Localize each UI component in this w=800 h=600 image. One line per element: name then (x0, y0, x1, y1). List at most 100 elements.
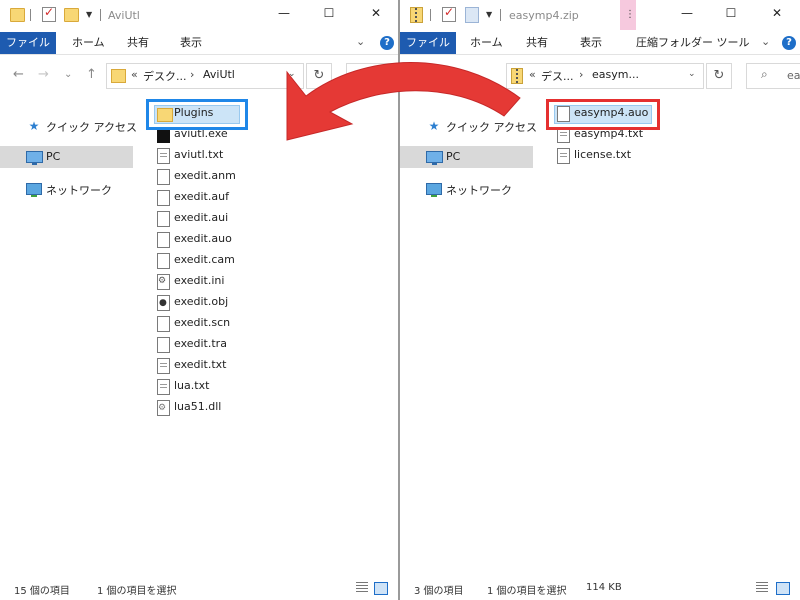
file-name: lua.txt (174, 379, 210, 392)
text-file-icon (157, 358, 170, 374)
large-icons-view-icon[interactable] (776, 582, 790, 595)
tab-compressed-folder-tools[interactable]: 圧縮フォルダー ツール (636, 32, 750, 54)
title-separator (500, 9, 501, 21)
ribbon-expand-icon[interactable]: ⌄ (761, 35, 770, 48)
file-item[interactable]: exedit.anm (153, 166, 373, 187)
search-text: ea (787, 69, 800, 82)
nav-network[interactable]: ネットワーク (400, 178, 533, 200)
file-item[interactable]: exedit.auo (153, 229, 373, 250)
file-item[interactable]: exedit.cam (153, 250, 373, 271)
file-name: license.txt (574, 148, 632, 161)
file-name: exedit.auo (174, 232, 232, 245)
minimize-button[interactable]: — (273, 3, 295, 23)
refresh-button[interactable]: ↻ (306, 63, 332, 89)
file-icon (157, 253, 170, 269)
tab-share[interactable]: 共有 (127, 32, 149, 54)
up-button[interactable]: ↑ (86, 67, 97, 82)
file-item[interactable]: aviutl.txt (153, 145, 373, 166)
maximize-button[interactable]: ☐ (720, 3, 742, 23)
tab-view[interactable]: 表示 (580, 32, 602, 54)
details-view-icon[interactable] (756, 582, 768, 593)
file-item[interactable]: lua.txt (153, 376, 373, 397)
file-name: exedit.aui (174, 211, 229, 224)
file-item[interactable]: exedit.ini (153, 271, 373, 292)
address-bar[interactable]: « デスク... › AviUtl ⌄ (106, 63, 304, 89)
nav-pc[interactable]: PC (400, 146, 533, 168)
search-box[interactable] (346, 63, 398, 89)
file-item[interactable]: exedit.obj (153, 292, 373, 313)
refresh-button[interactable]: ↻ (706, 63, 732, 89)
breadcrumb-separator: › (190, 68, 195, 81)
details-view-icon[interactable] (356, 582, 368, 593)
file-item[interactable]: exedit.txt (153, 355, 373, 376)
forward-button[interactable]: → (38, 67, 49, 82)
tab-share[interactable]: 共有 (526, 32, 548, 54)
large-icons-view-icon[interactable] (374, 582, 388, 595)
network-icon (26, 183, 42, 197)
breadcrumb-desktop[interactable]: デス... (541, 68, 574, 84)
file-item[interactable]: exedit.scn (153, 313, 373, 334)
file-name: lua51.dll (174, 400, 222, 413)
explorer-window-easymp4-zip: ▼ easymp4.zip ⋮ — ☐ ✕ ファイル ホーム 共有 表示 圧縮フ… (400, 0, 800, 600)
search-icon: ⌕ (761, 67, 768, 81)
file-list: easymp4.auo easymp4.txt license.txt (553, 98, 793, 568)
tab-file[interactable]: ファイル (0, 32, 56, 54)
new-folder-icon[interactable] (465, 7, 479, 23)
maximize-button[interactable]: ☐ (318, 3, 340, 23)
address-row: « デス... › easym... ⌄ ↻ ⌕ ea (400, 54, 800, 98)
nav-quick-access[interactable]: ★ クイック アクセス (0, 115, 137, 137)
nav-label: PC (46, 150, 61, 163)
file-icon (157, 169, 170, 185)
address-bar[interactable]: « デス... › easym... ⌄ (506, 63, 704, 89)
extract-context-tab[interactable]: ⋮ (620, 0, 636, 30)
navigation-pane: ★ クイック アクセス PC ネットワーク (0, 98, 137, 568)
file-item[interactable]: lua51.dll (153, 397, 373, 418)
properties-icon[interactable] (442, 5, 456, 22)
address-overflow[interactable]: « (529, 68, 536, 81)
window-title: easymp4.zip (509, 9, 579, 22)
address-overflow[interactable]: « (131, 68, 138, 81)
title-bar: ▼ easymp4.zip ⋮ — ☐ ✕ (400, 0, 800, 32)
nav-quick-access[interactable]: ★ クイック アクセス (400, 115, 537, 137)
tab-file[interactable]: ファイル (400, 32, 456, 54)
address-dropdown-icon[interactable]: ⌄ (688, 69, 696, 79)
close-button[interactable]: ✕ (365, 3, 387, 23)
text-file-icon (557, 148, 570, 164)
file-name: exedit.txt (174, 358, 227, 371)
file-item[interactable]: exedit.aui (153, 208, 373, 229)
object-file-icon (157, 295, 170, 311)
tab-home[interactable]: ホーム (72, 32, 105, 54)
dll-file-icon (157, 400, 170, 416)
file-name: aviutl.txt (174, 148, 224, 161)
nav-pc[interactable]: PC (0, 146, 133, 168)
minimize-button[interactable]: — (676, 3, 698, 23)
breadcrumb-easymp4[interactable]: easym... (592, 68, 639, 81)
search-box[interactable]: ⌕ ea (746, 63, 800, 89)
tab-home[interactable]: ホーム (470, 32, 503, 54)
source-file-highlight (546, 99, 660, 130)
properties-icon[interactable] (42, 5, 56, 22)
tab-view[interactable]: 表示 (180, 32, 202, 54)
file-name: exedit.scn (174, 316, 231, 329)
file-item[interactable]: license.txt (553, 145, 773, 166)
back-button[interactable]: ← (13, 67, 24, 82)
file-item[interactable]: exedit.auf (153, 187, 373, 208)
ribbon-expand-icon[interactable]: ⌄ (356, 35, 365, 48)
selection-size: 114 KB (586, 582, 622, 593)
file-item[interactable]: exedit.tra (153, 334, 373, 355)
help-icon[interactable]: ? (782, 36, 796, 50)
help-icon[interactable]: ? (380, 36, 394, 50)
item-count: 3 個の項目 (414, 586, 464, 597)
new-folder-icon[interactable] (64, 8, 79, 22)
address-dropdown-icon[interactable]: ⌄ (288, 69, 296, 79)
folder-icon (111, 69, 126, 83)
folder-icon (10, 8, 25, 22)
text-file-icon (157, 379, 170, 395)
breadcrumb-aviutl[interactable]: AviUtl (203, 68, 235, 81)
file-name: exedit.ini (174, 274, 225, 287)
nav-network[interactable]: ネットワーク (0, 178, 133, 200)
computer-icon (26, 151, 43, 165)
recent-locations-button[interactable]: ⌄ (64, 69, 72, 80)
breadcrumb-desktop[interactable]: デスク... (143, 68, 187, 84)
close-button[interactable]: ✕ (766, 3, 788, 23)
